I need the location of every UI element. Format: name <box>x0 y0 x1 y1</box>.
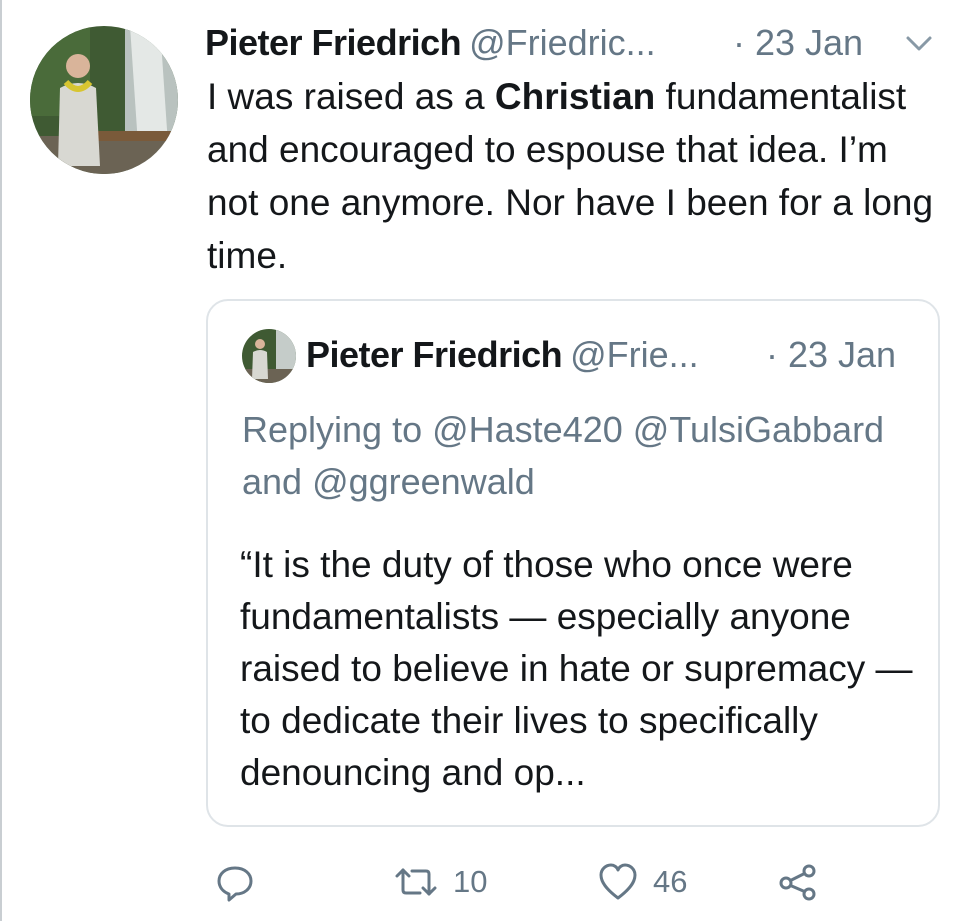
heart-icon <box>599 863 637 900</box>
retweet-button[interactable]: 10 <box>393 852 487 912</box>
like-button[interactable]: 46 <box>597 852 687 912</box>
author-name[interactable]: Pieter Friedrich <box>205 22 462 63</box>
retweet-count: 10 <box>453 864 488 899</box>
quoted-tweet-card[interactable]: Pieter Friedrich @Frie... · 23 Jan Replyi… <box>206 299 940 827</box>
tweet-date[interactable]: · 23 Jan <box>733 18 863 68</box>
quoted-tweet-header: Pieter Friedrich @Frie... · 23 Jan <box>306 329 926 381</box>
author-avatar[interactable] <box>30 26 178 174</box>
reply-icon <box>217 866 253 902</box>
quoted-tweet-text: “It is the duty of those who once were f… <box>240 544 913 793</box>
replying-to-text: Replying to @Haste420 @TulsiGabbard and … <box>242 409 885 502</box>
tweet-header: Pieter Friedrich @Friedric... · 23 Jan <box>205 18 945 68</box>
quoted-author-name: Pieter Friedrich <box>306 334 563 375</box>
share-icon <box>779 864 816 901</box>
quoted-tweet-date: · 23 Jan <box>766 334 897 375</box>
reply-button[interactable] <box>215 852 255 912</box>
tweet-text-part1: I was raised as a <box>207 76 495 117</box>
tweet-actions: 10 46 <box>205 852 945 912</box>
chevron-down-icon[interactable] <box>902 30 936 58</box>
timeline-border <box>0 0 2 921</box>
share-button[interactable] <box>777 852 819 912</box>
tweet-text-bold: Christian <box>494 76 656 117</box>
like-count: 46 <box>653 864 688 899</box>
quoted-author-handle: @Frie... <box>570 334 699 375</box>
author-handle[interactable]: @Friedric... <box>469 22 656 63</box>
tweet-text: I was raised as a Christian fundamentali… <box>207 70 947 282</box>
quoted-author-avatar <box>242 329 296 383</box>
retweet-icon <box>395 868 437 896</box>
